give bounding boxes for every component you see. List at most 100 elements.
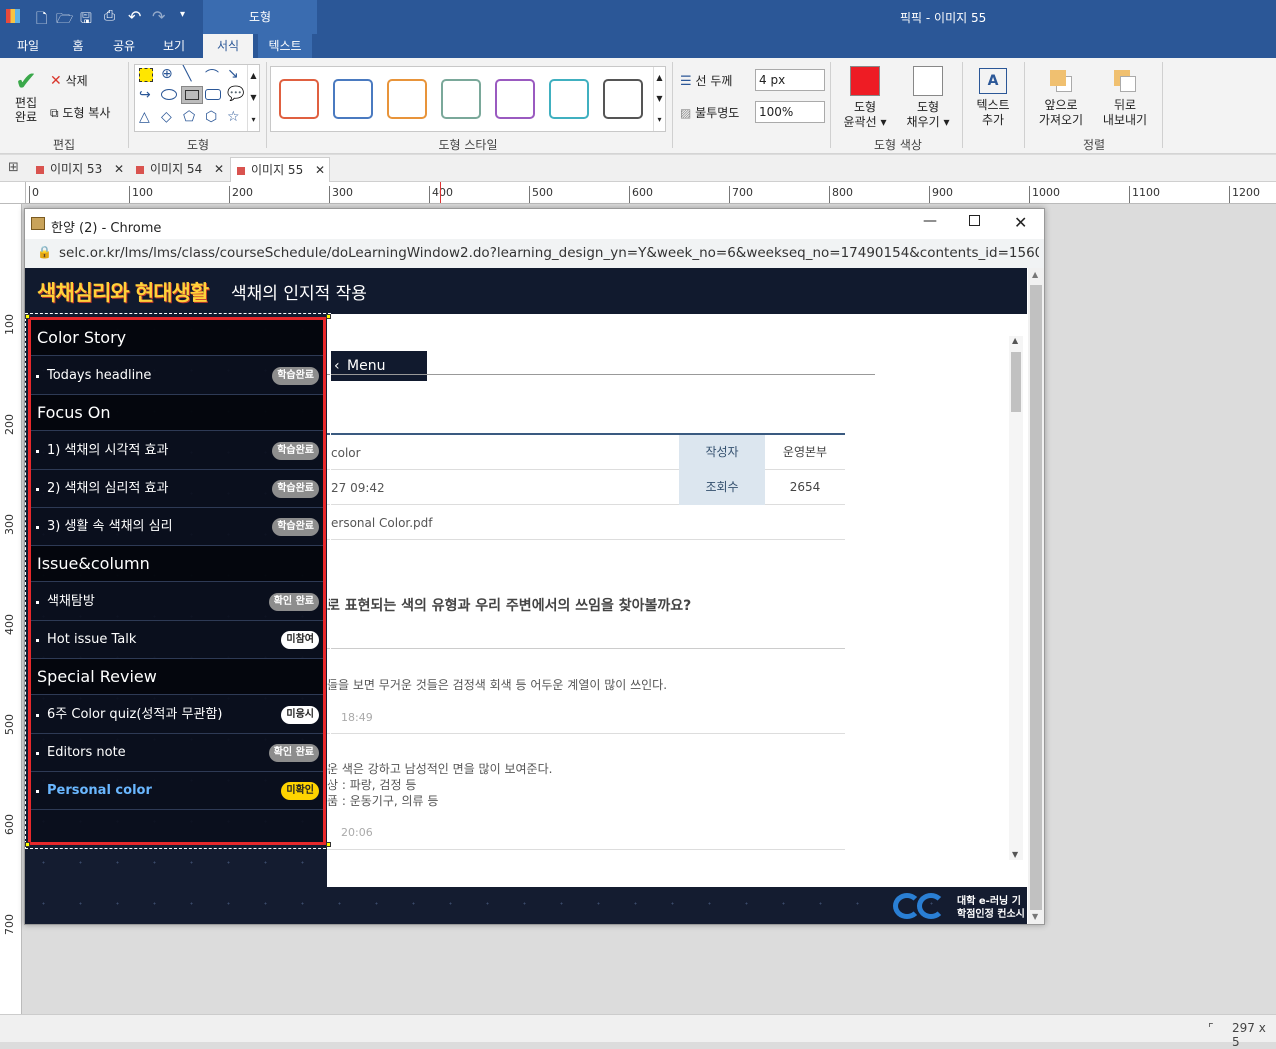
ruler-tick: 500 (3, 714, 16, 735)
close-window-icon[interactable]: ✕ (1014, 213, 1027, 232)
bullet-icon (36, 488, 39, 491)
scroll-down-icon[interactable]: ▼ (1032, 912, 1038, 921)
star-icon[interactable]: ☆ (227, 109, 240, 125)
gallery-scroll-icon[interactable]: ▲ ▼ ▾ (247, 65, 259, 131)
curve-line-icon[interactable]: ⌒ (205, 66, 219, 86)
add-text-button[interactable]: A 텍스트 추가 (970, 68, 1016, 128)
shape-gallery[interactable]: ⊕ ╲ ⌒ ↘ ↪ 💬 △ ◇ ⬠ ⬡ ☆ ▲ ▼ ▾ (134, 64, 260, 132)
resize-handle[interactable] (326, 314, 331, 319)
ribbon-separator (830, 62, 831, 148)
doc-tab-label: 이미지 55 (251, 163, 304, 177)
bring-front-button[interactable]: 앞으로 가져오기 (1034, 68, 1088, 128)
arrow-icon[interactable]: ↘ (227, 66, 239, 82)
line-width-control: ☰ 선 두께 (680, 72, 732, 89)
shape-style-swatch[interactable] (549, 79, 589, 119)
sidebar-menu-item[interactable]: Todays headline 학습완료 (31, 357, 323, 395)
copy-shape-button[interactable]: ⧉ 도형 복사 (50, 104, 110, 121)
attachment-link[interactable]: ersonal Color.pdf (331, 516, 433, 530)
close-tab-icon[interactable]: ✕ (114, 157, 124, 182)
sidebar-item-label: 1) 색채의 시각적 효과 (47, 443, 169, 458)
resize-handle[interactable] (25, 314, 30, 319)
edit-done-button[interactable]: ✔ 편집 완료 (8, 68, 44, 124)
scroll-thumb[interactable] (1011, 352, 1021, 412)
shape-style-swatch[interactable] (333, 79, 373, 119)
sidebar-menu-item[interactable]: 2) 색채의 심리적 효과 학습완료 (31, 470, 323, 508)
minimize-icon[interactable]: — (923, 213, 937, 229)
tab-home[interactable]: 홈 (60, 34, 96, 58)
shape-style-gallery[interactable]: ▲ ▼ ▾ (270, 66, 666, 132)
menu-close-button[interactable]: ‹ Menu Close (331, 351, 427, 404)
hexagon-icon[interactable]: ⬡ (205, 109, 217, 125)
page-scrollbar[interactable]: ▲ ▼ (1028, 268, 1044, 924)
send-back-button[interactable]: 뒤로 내보내기 (1098, 68, 1152, 128)
print-icon[interactable]: ⎙ (104, 8, 115, 24)
url-text[interactable]: selc.or.kr/lms/lms/class/courseSchedule/… (59, 245, 1039, 261)
tab-file[interactable]: 파일 (6, 34, 50, 58)
quick-access-dropdown-icon[interactable]: ▾ (180, 9, 185, 20)
sidebar-menu-item[interactable]: 색채탐방 확인 완료 (31, 583, 323, 621)
scroll-up-icon[interactable]: ▲ (1032, 270, 1038, 279)
line-width-label: 선 두께 (695, 74, 733, 88)
line-icon[interactable]: ╲ (183, 66, 191, 82)
shape-style-swatch[interactable] (495, 79, 535, 119)
diamond-icon[interactable]: ◇ (161, 109, 172, 125)
resize-handle[interactable] (326, 842, 331, 847)
save-icon[interactable]: 🖫 (80, 8, 92, 32)
undo-icon[interactable]: ↶ (128, 7, 141, 26)
tab-format[interactable]: 서식 (203, 34, 253, 58)
ribbon-tabs: 파일 홈 공유 보기 서식 텍스트 (0, 34, 1276, 58)
open-folder-icon[interactable]: 🗁 (56, 8, 73, 32)
new-file-icon[interactable]: 🗋 (36, 8, 47, 32)
sidebar-menu-item[interactable]: 3) 생활 속 색채의 심리 학습완료 (31, 508, 323, 546)
opacity-input[interactable]: 100% (755, 101, 825, 123)
tab-share[interactable]: 공유 (104, 34, 144, 58)
sidebar-menu-item[interactable]: 6주 Color quiz(성적과 무관함) 미응시 (31, 696, 323, 734)
sidebar-menu-item[interactable]: Editors note 확인 완료 (31, 734, 323, 772)
divider (327, 374, 875, 375)
curve-arrow-icon[interactable]: ↪ (139, 87, 151, 103)
close-tab-icon[interactable]: ✕ (315, 158, 325, 183)
checkmark-icon: ✔ (15, 67, 37, 97)
shape-style-swatch[interactable] (387, 79, 427, 119)
scroll-up-icon[interactable]: ▲ (1012, 336, 1018, 345)
delete-button[interactable]: ✕ 삭제 (50, 72, 88, 89)
rectangle-selected-icon[interactable] (181, 86, 203, 104)
grid-view-icon[interactable]: ⊞ (8, 160, 19, 175)
shape-style-swatch[interactable] (279, 79, 319, 119)
crosshair-icon[interactable]: ⊕ (161, 66, 173, 82)
doc-tab-55[interactable]: 이미지 55 ✕ (230, 157, 330, 182)
fill-color-button[interactable]: 도형 채우기 ▾ (902, 66, 954, 130)
scroll-thumb[interactable] (1030, 285, 1042, 910)
image-tab-icon (136, 166, 144, 174)
scroll-down-icon[interactable]: ▼ (1012, 850, 1018, 859)
pentagon-icon[interactable]: ⬠ (183, 109, 195, 125)
outline-color-button[interactable]: 도형 윤곽선 ▾ (840, 66, 890, 130)
ribbon-separator (672, 62, 673, 148)
maximize-icon[interactable] (969, 215, 980, 226)
speech-bubble-icon[interactable]: 💬 (227, 86, 244, 102)
redo-icon[interactable]: ↷ (152, 7, 165, 26)
ellipse-icon[interactable] (161, 89, 177, 100)
chrome-addressbar[interactable]: 🔒 selc.or.kr/lms/lms/class/courseSchedul… (25, 239, 1044, 268)
line-width-input[interactable]: 4 px (755, 69, 825, 91)
sidebar-section-header: Color Story (31, 320, 323, 356)
triangle-icon[interactable]: △ (139, 109, 150, 125)
doc-tab-53[interactable]: 이미지 53 ✕ (30, 157, 128, 182)
resize-handle[interactable] (25, 842, 30, 847)
sidebar-menu-item[interactable]: Personal color 미확인 (31, 772, 323, 810)
select-area-icon[interactable] (139, 68, 153, 82)
tab-view[interactable]: 보기 (154, 34, 194, 58)
status-badge: 학습완료 (272, 367, 319, 385)
doc-tab-54[interactable]: 이미지 54 ✕ (130, 157, 228, 182)
status-badge: 확인 완료 (268, 744, 319, 762)
shape-style-swatch[interactable] (441, 79, 481, 119)
rounded-rect-icon[interactable] (205, 89, 221, 100)
style-scroll-icon[interactable]: ▲ ▼ ▾ (653, 67, 665, 131)
shape-style-swatch[interactable] (603, 79, 643, 119)
content-scrollbar[interactable]: ▲ ▼ (1009, 336, 1023, 860)
doc-tab-label: 이미지 54 (150, 162, 203, 176)
close-tab-icon[interactable]: ✕ (214, 157, 224, 182)
tab-text[interactable]: 텍스트 (258, 34, 312, 58)
sidebar-menu-item[interactable]: Hot issue Talk 미참여 (31, 621, 323, 659)
sidebar-menu-item[interactable]: 1) 색채의 시각적 효과 학습완료 (31, 432, 323, 470)
